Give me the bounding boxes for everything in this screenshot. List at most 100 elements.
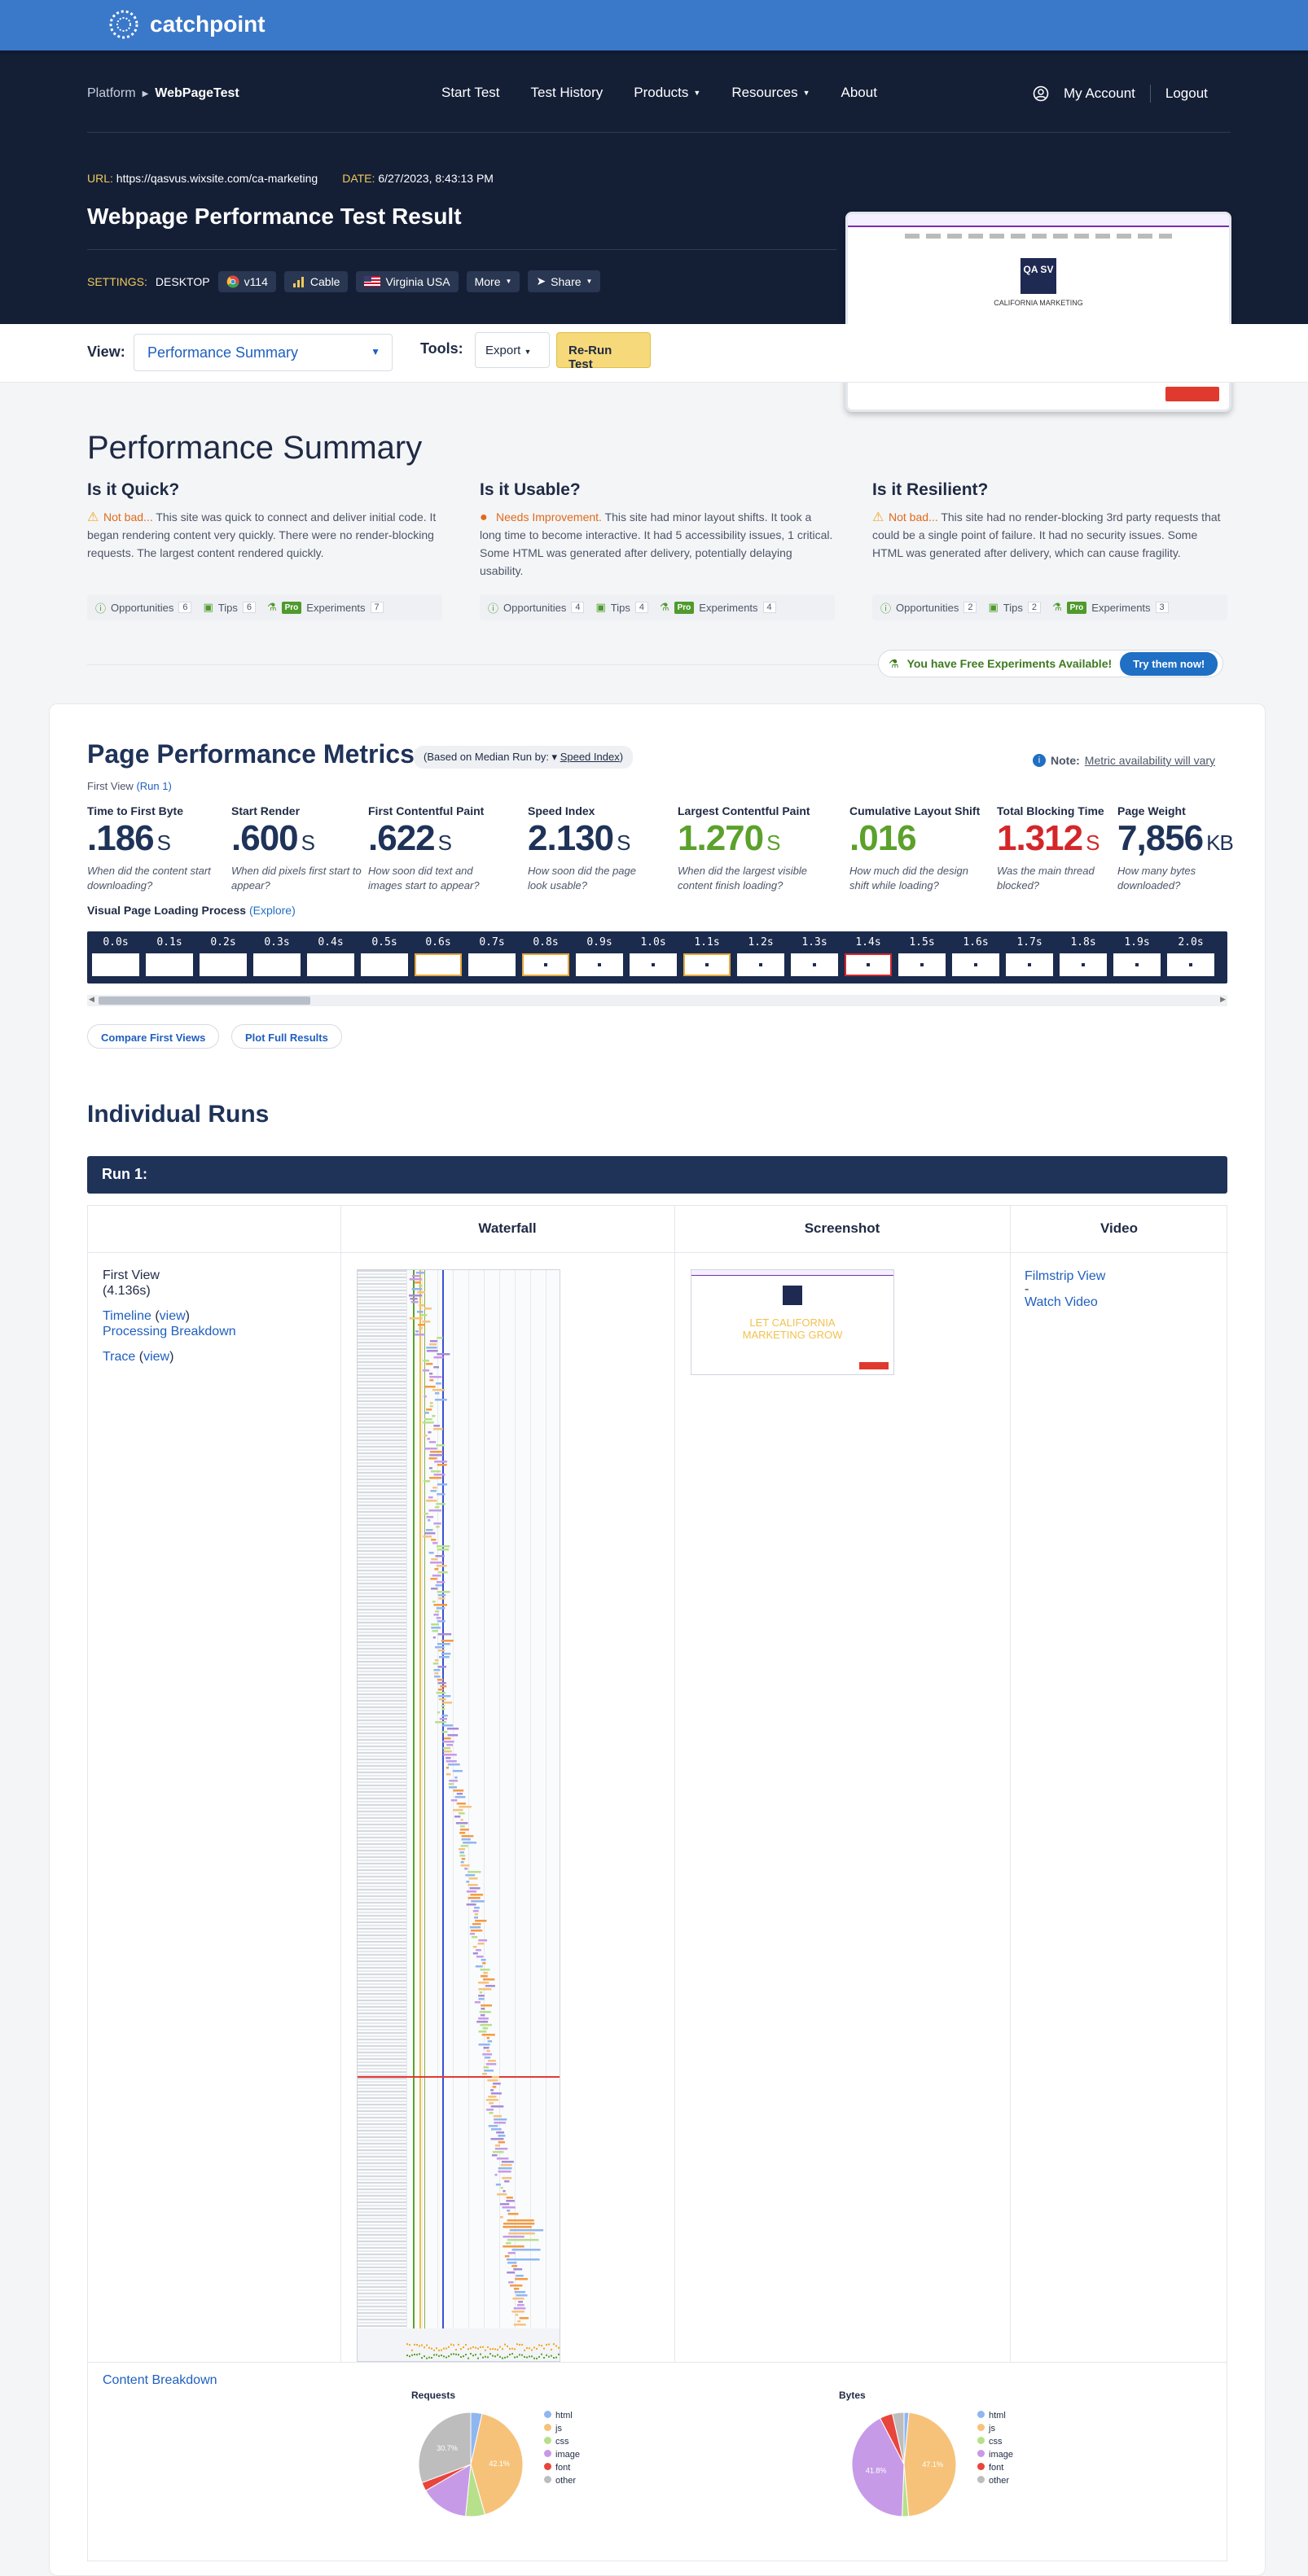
breadcrumb-current[interactable]: WebPageTest [155, 86, 239, 101]
my-account-link[interactable]: My Account [1064, 85, 1135, 102]
opportunities-link[interactable]: Opportunities [111, 602, 173, 614]
filmstrip-frame[interactable]: 1.3s [789, 931, 840, 976]
scroll-left-icon[interactable]: ◀ [89, 995, 94, 1004]
cpu-usage-point [446, 2347, 447, 2350]
filmstrip-frame[interactable]: 1.1s [682, 931, 732, 976]
breadcrumb-platform[interactable]: Platform [87, 86, 136, 101]
filmstrip-frame[interactable]: 1.4s [843, 931, 893, 976]
waterfall-row-label [358, 1299, 406, 1301]
more-dropdown[interactable]: More ▼ [466, 270, 520, 292]
cpu-usage-point [409, 2344, 410, 2346]
logout-link[interactable]: Logout [1165, 85, 1208, 102]
waterfall-row-label [358, 1739, 406, 1741]
waterfall-image[interactable] [357, 1269, 560, 2362]
filmstrip-frame[interactable]: 1.2s [735, 931, 786, 976]
trace-view-link[interactable]: view [143, 1350, 169, 1364]
rerun-test-button[interactable]: Re-Run Test [556, 332, 651, 371]
filmstrip-frame[interactable]: 0.8s [520, 931, 571, 976]
filmstrip-frame[interactable]: 1.6s [950, 931, 1001, 976]
explore-link[interactable]: (Explore) [249, 904, 296, 917]
filmstrip-frame[interactable]: 1.0s [628, 931, 678, 976]
median-metric-link[interactable]: Speed Index [560, 751, 620, 763]
bandwidth-point [463, 2355, 464, 2358]
nav-about[interactable]: About [841, 85, 877, 101]
waterfall-row-label [358, 1518, 406, 1519]
opportunities-link[interactable]: Opportunities [896, 602, 959, 614]
nav-test-history[interactable]: Test History [531, 85, 604, 101]
waterfall-request-bar [454, 1776, 458, 1779]
filmstrip-frame[interactable]: 0.4s [305, 931, 356, 976]
view-select[interactable]: Performance Summary ▼ [134, 334, 393, 371]
filmstrip-frame[interactable]: 1.5s [897, 931, 947, 976]
processing-breakdown-link[interactable]: Processing Breakdown [103, 1324, 236, 1339]
metric-number: 2.130 [528, 818, 614, 858]
waterfall-request-bar [495, 2184, 501, 2186]
filmstrip-scrollbar[interactable]: ◀ ▶ [87, 995, 1227, 1006]
compare-first-views-button[interactable]: Compare First Views [87, 1024, 220, 1049]
legend-swatch [544, 2463, 551, 2470]
median-run-selector[interactable]: (Based on Median Run by: ▾ Speed Index) [414, 746, 634, 769]
first-view-title: First View [103, 1268, 160, 1282]
experiments-link[interactable]: Experiments [699, 602, 757, 614]
filmstrip-frame[interactable]: 0.9s [574, 931, 625, 976]
waterfall-row-label [358, 1365, 406, 1366]
note-text[interactable]: Metric availability will vary [1085, 754, 1215, 767]
opportunities-link[interactable]: Opportunities [503, 602, 566, 614]
experiments-link[interactable]: Experiments [1091, 602, 1150, 614]
nav-products[interactable]: Products ▼ [634, 85, 700, 101]
waterfall-request-bar [409, 1278, 422, 1281]
filmstrip-view-link[interactable]: Filmstrip View [1025, 1268, 1105, 1286]
timeline-view-link[interactable]: view [160, 1309, 186, 1323]
tips-link[interactable]: Tips [611, 602, 630, 614]
filmstrip-frame[interactable]: 1.8s [1058, 931, 1108, 976]
waterfall-request-bar [464, 1868, 468, 1870]
try-them-now-button[interactable]: Try them now! [1120, 651, 1218, 676]
screenshot-image[interactable]: LET CALIFORNIA MARKETING GROW [691, 1269, 894, 1375]
scroll-right-icon[interactable]: ▶ [1220, 995, 1226, 1004]
waterfall-request-bar [453, 1809, 463, 1812]
filmstrip-frame[interactable]: 0.2s [198, 931, 248, 976]
cpu-usage-point [453, 2344, 454, 2346]
watch-video-link[interactable]: Watch Video [1025, 1294, 1105, 1312]
scrollbar-thumb[interactable] [99, 997, 310, 1005]
timeline-link[interactable]: Timeline [103, 1309, 151, 1323]
plot-full-results-button[interactable]: Plot Full Results [231, 1024, 342, 1049]
run-link[interactable]: (Run 1) [136, 780, 171, 792]
waterfall-row-label [358, 1459, 406, 1461]
filmstrip[interactable]: 0.0s 0.1s 0.2s 0.3s 0.4s 0.5s 0.6s 0.7s 0.8s 0.9s… [87, 931, 1227, 984]
waterfall-request-bar [410, 1298, 418, 1300]
filmstrip-frame[interactable]: 1.7s [1004, 931, 1055, 976]
tested-url-link[interactable]: https://qasvus.wixsite.com/ca-marketing [116, 172, 318, 185]
bandwidth-point [516, 2355, 518, 2358]
nav-start-test[interactable]: Start Test [441, 85, 500, 101]
waterfall-request-bar [483, 2047, 489, 2049]
waterfall-request-bar [492, 2086, 497, 2088]
waterfall-row-label [358, 2247, 406, 2249]
trace-link[interactable]: Trace [103, 1350, 135, 1364]
nav-resources[interactable]: Resources ▼ [731, 85, 810, 101]
export-button[interactable]: Export ▼ [475, 332, 550, 368]
bandwidth-point [546, 2354, 547, 2356]
catchpoint-logo[interactable]: catchpoint [106, 10, 266, 39]
tips-link[interactable]: Tips [1003, 602, 1023, 614]
waterfall-row-label [358, 1544, 406, 1545]
content-breakdown-link[interactable]: Content Breakdown [103, 2373, 217, 2388]
filmstrip-frame[interactable]: 0.0s [90, 931, 141, 976]
metric-unit: S [437, 830, 452, 855]
tips-link[interactable]: Tips [218, 602, 238, 614]
share-label: Share [551, 274, 582, 288]
filmstrip-frame[interactable]: 0.5s [359, 931, 410, 976]
waterfall-row-label [358, 1606, 406, 1607]
waterfall-row-label [358, 1534, 406, 1536]
filmstrip-frame[interactable]: 2.0s [1165, 931, 1216, 976]
waterfall-row-label [358, 2228, 406, 2229]
filmstrip-frame[interactable]: 0.3s [252, 931, 302, 976]
cpu-usage-point [553, 2343, 555, 2346]
share-dropdown[interactable]: ➤ Share ▼ [528, 270, 601, 292]
filmstrip-frame[interactable]: 0.7s [467, 931, 517, 976]
filmstrip-frame[interactable]: 0.1s [144, 931, 195, 976]
filmstrip-frame[interactable]: 1.9s [1112, 931, 1162, 976]
experiments-link[interactable]: Experiments [306, 602, 365, 614]
waterfall-row-label [358, 1684, 406, 1685]
filmstrip-frame[interactable]: 0.6s [413, 931, 463, 976]
